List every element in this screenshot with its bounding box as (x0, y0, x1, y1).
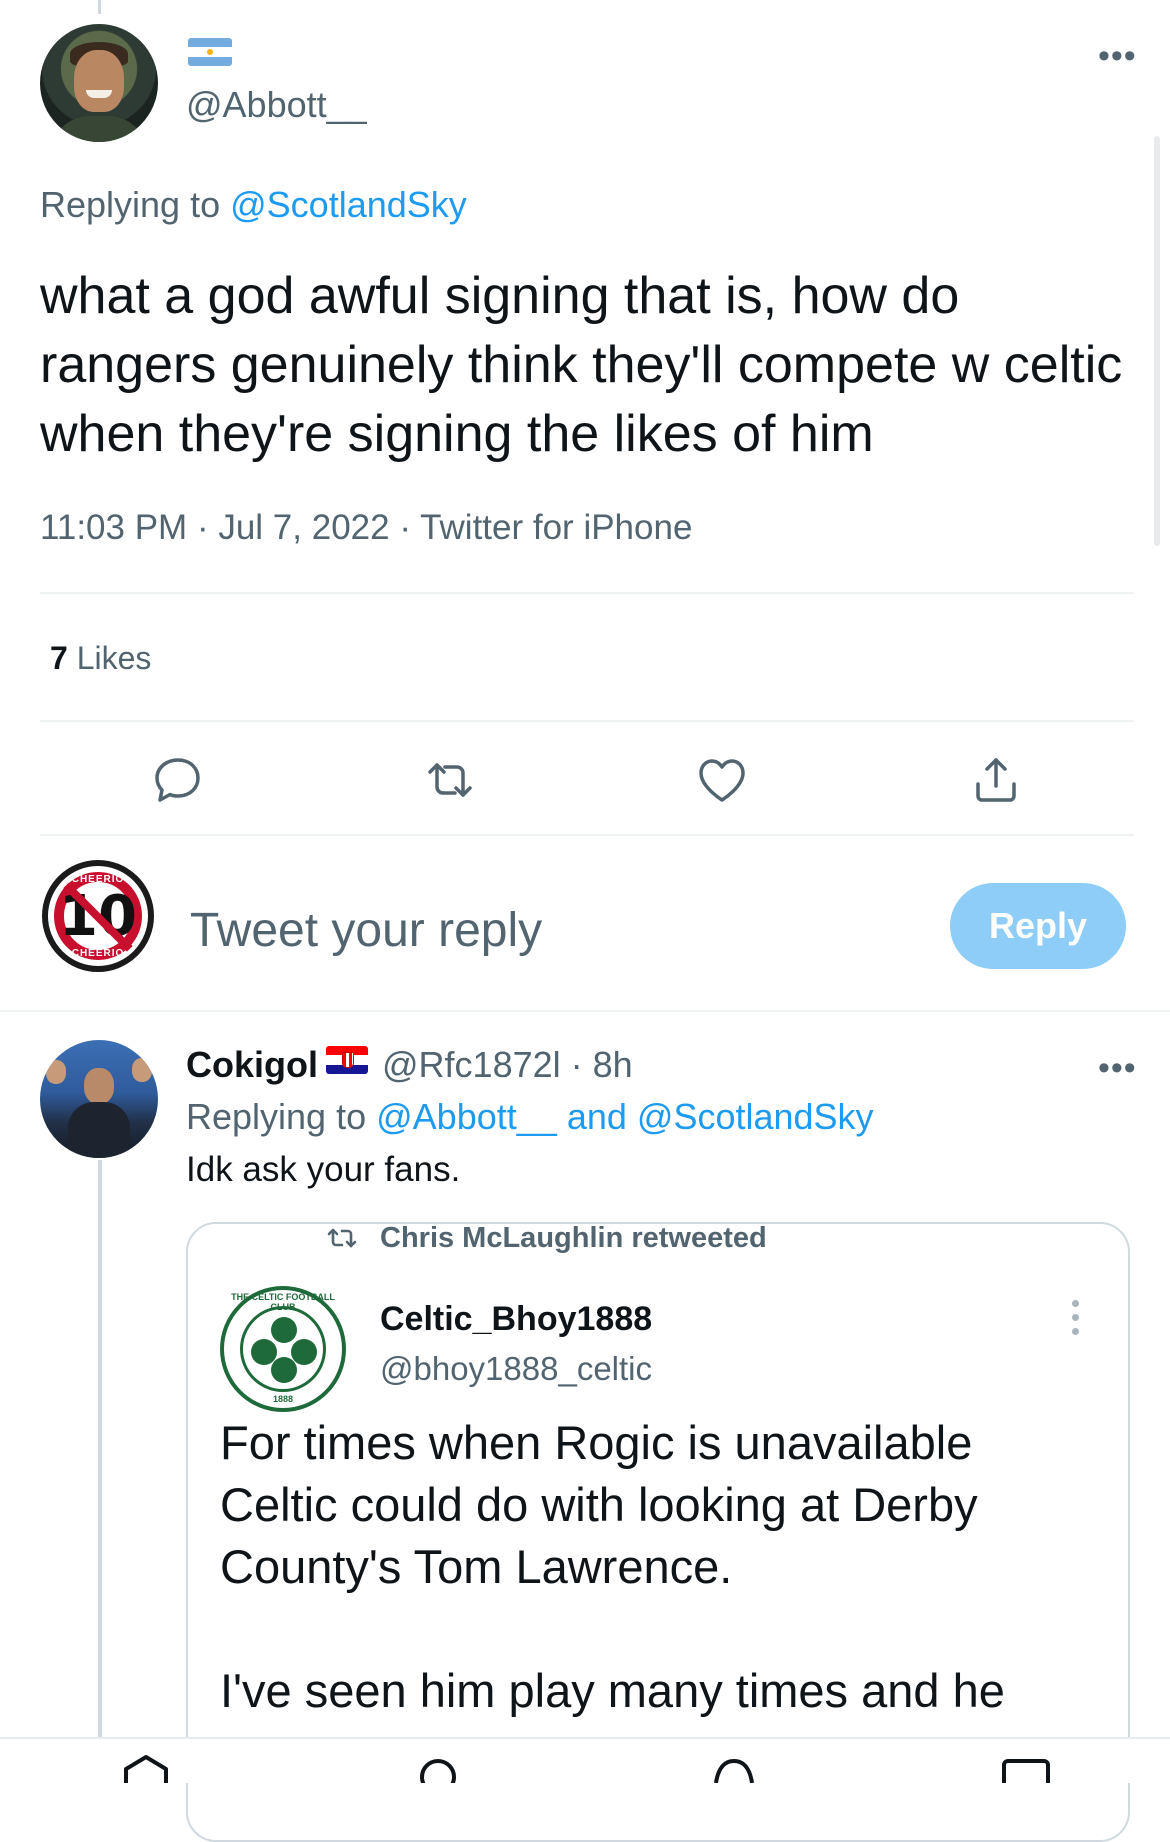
my-avatar[interactable]: 10 CHEERIO CHEERIO (42, 860, 154, 972)
tweet-meta: 11:03 PM · Jul 7, 2022 · Twitter for iPh… (40, 508, 693, 547)
reply-text: Idk ask your fans. (186, 1150, 461, 1189)
search-icon[interactable] (410, 1753, 466, 1783)
tweet-time[interactable]: 11:03 PM (40, 508, 187, 547)
reply-author-avatar[interactable] (40, 1040, 158, 1158)
reply-replying-link-1[interactable]: @Abbott__ (376, 1096, 557, 1137)
reply-replying-label: Replying to (186, 1096, 367, 1137)
quoted-author-name: Celtic_Bhoy1888 (380, 1300, 653, 1338)
bottom-nav (0, 1737, 1170, 1783)
author-handle[interactable]: @Abbott__ (186, 84, 367, 126)
divider (40, 592, 1134, 594)
quoted-text: For times when Rogic is unavailable Celt… (220, 1412, 1100, 1784)
likes-number: 7 (50, 640, 68, 676)
reply-replying-and: and (566, 1096, 627, 1137)
reply-button[interactable]: Reply (950, 883, 1126, 969)
reply-age[interactable]: 8h (593, 1044, 633, 1085)
like-icon[interactable] (692, 750, 752, 810)
retweeted-by-label: Chris McLaughlin retweeted (380, 1222, 767, 1254)
divider (0, 1010, 1170, 1012)
argentina-flag-icon (188, 38, 232, 66)
retweet-icon[interactable] (420, 750, 480, 810)
messages-icon[interactable] (998, 1753, 1054, 1783)
thread-connector-top (98, 0, 101, 14)
replying-to-line: Replying to @ScotlandSky (40, 184, 467, 226)
replying-to-link[interactable]: @ScotlandSky (230, 184, 467, 225)
quoted-paragraph: I've seen him play many times and he (220, 1664, 1005, 1717)
avatar-ring-text: CHEERIO (71, 874, 125, 885)
reply-author-name[interactable]: Cokigol (186, 1044, 318, 1086)
likes-count[interactable]: 7 Likes (50, 640, 151, 677)
home-icon[interactable] (118, 1753, 174, 1783)
reply-more-options-icon[interactable]: ••• (1098, 1051, 1137, 1085)
quoted-author-handle: @bhoy1888_celtic (380, 1350, 653, 1387)
reply-author-handle[interactable]: @Rfc1872l (382, 1044, 561, 1085)
avatar-ring-text-bottom: CHEERIO (71, 948, 125, 959)
quoted-kebab-menu-icon (1072, 1300, 1082, 1340)
more-options-icon[interactable]: ••• (1098, 39, 1137, 73)
logo-year: 1888 (272, 1394, 294, 1404)
likes-label: Likes (76, 640, 152, 676)
celtic-logo: THE CELTIC FOOTBALL CLUB 1888 (220, 1286, 346, 1412)
reply-input[interactable]: Tweet your reply (190, 903, 542, 958)
replying-to-label: Replying to (40, 184, 221, 225)
quoted-paragraph: For times when Rogic is unavailable Celt… (220, 1416, 978, 1593)
author-avatar[interactable] (40, 24, 158, 142)
reply-author-handle-line: @Rfc1872l · 8h (382, 1044, 633, 1085)
tweet-source[interactable]: Twitter for iPhone (420, 508, 692, 547)
share-icon[interactable] (966, 750, 1026, 810)
notifications-icon[interactable] (706, 1753, 762, 1783)
scrollbar[interactable] (1154, 136, 1160, 546)
reply-icon[interactable] (148, 750, 208, 810)
divider (40, 720, 1134, 722)
thread-connector (98, 1160, 102, 1740)
reply-replying-to-line: Replying to @Abbott__ and @ScotlandSky (186, 1096, 874, 1138)
tweet-date[interactable]: Jul 7, 2022 (218, 508, 389, 547)
divider (40, 834, 1134, 836)
reply-replying-link-2[interactable]: @ScotlandSky (637, 1096, 874, 1137)
croatia-flag-icon (326, 1046, 368, 1074)
tweet-text: what a god awful signing that is, how do… (40, 267, 1123, 463)
retweeted-icon (326, 1226, 358, 1250)
